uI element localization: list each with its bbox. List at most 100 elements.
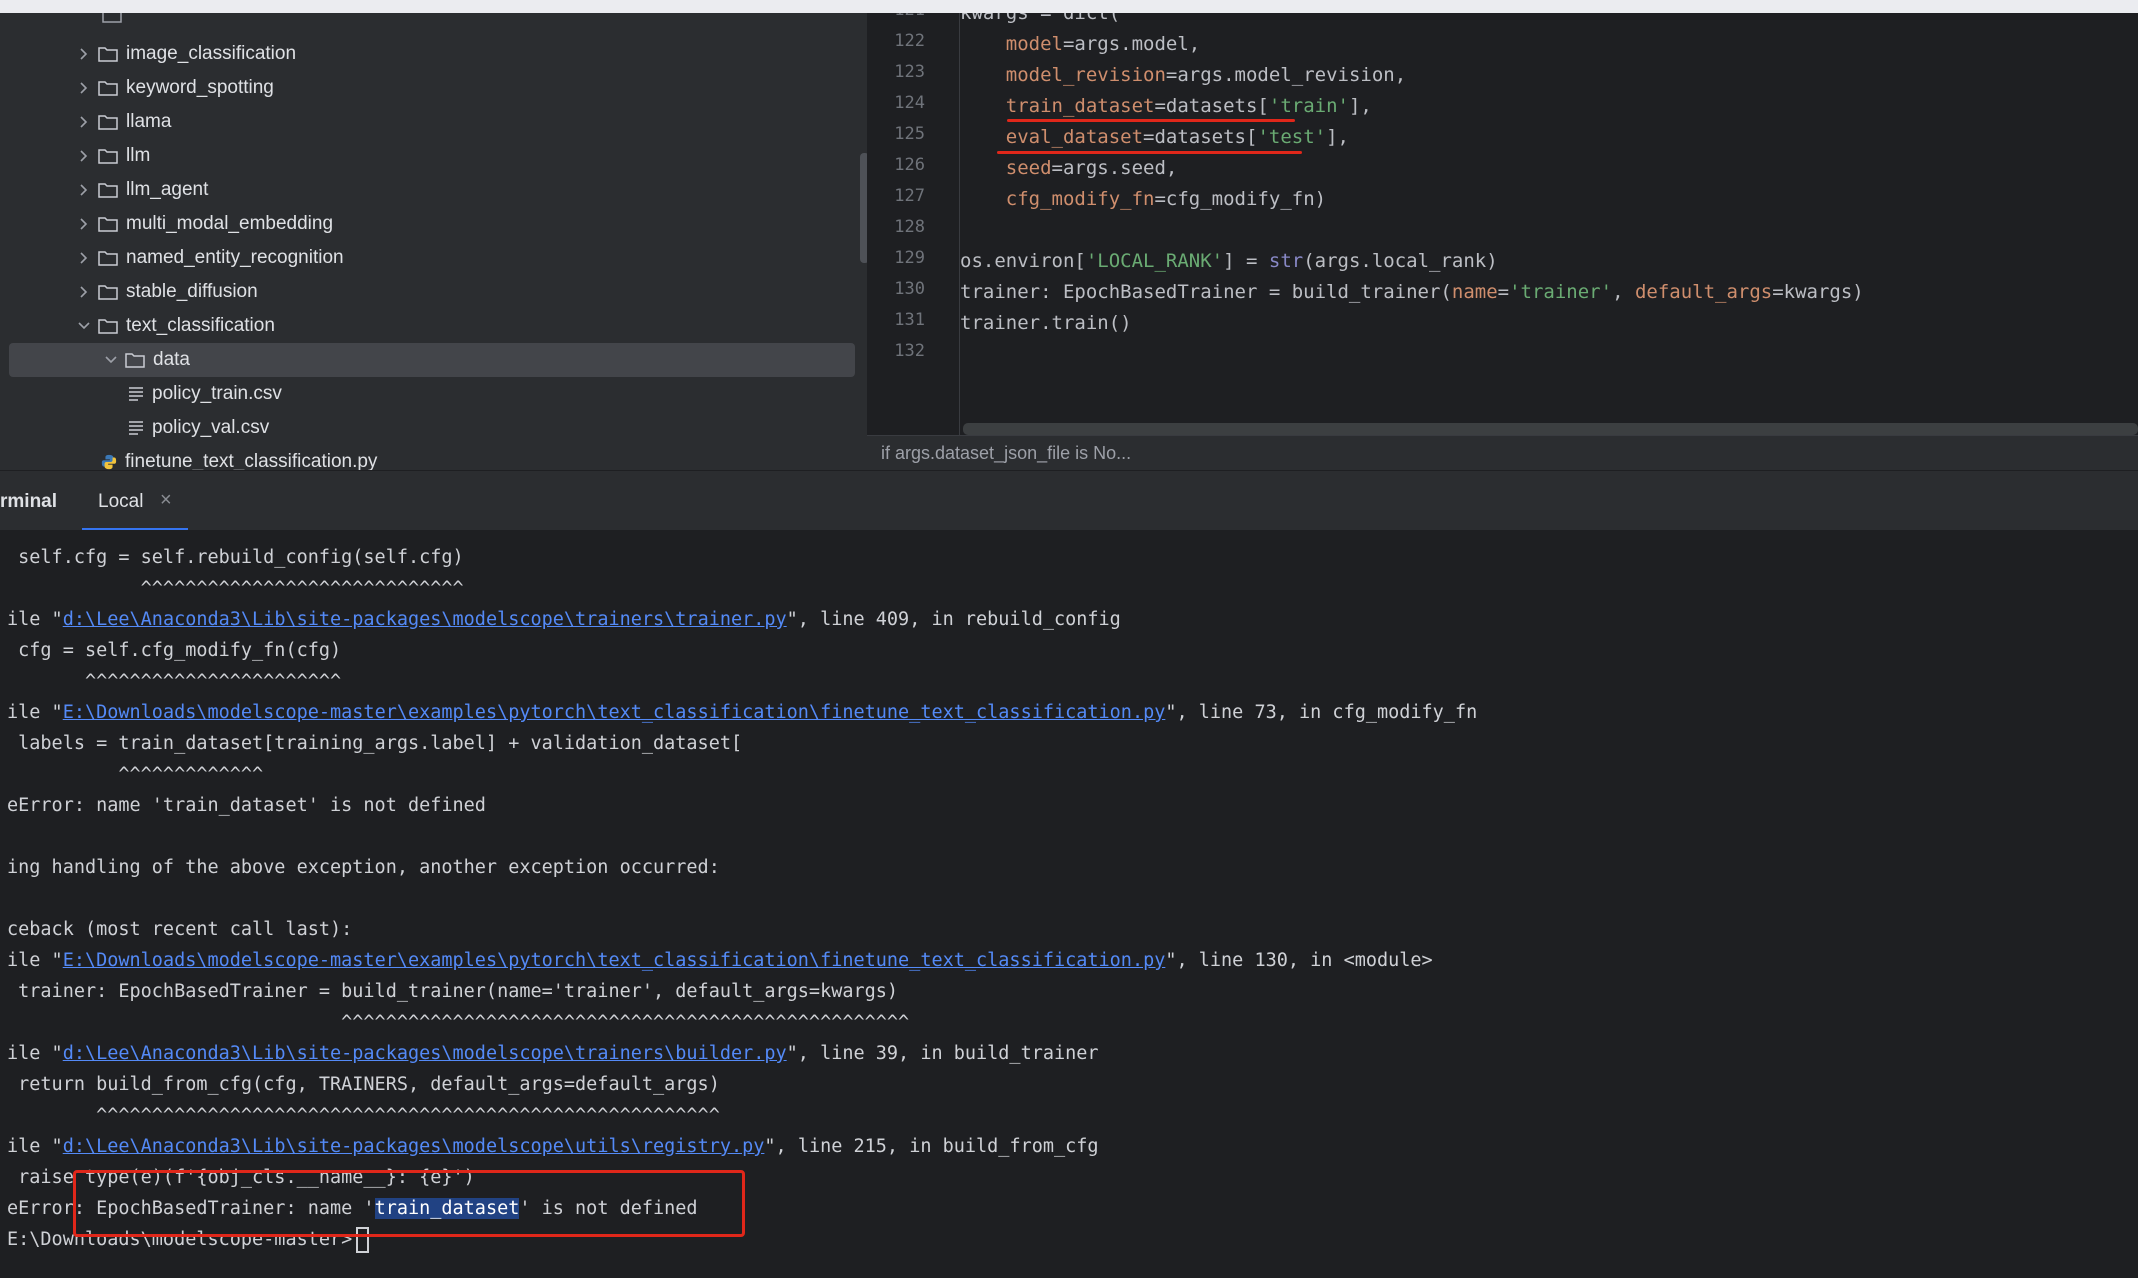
line-number: 128 (894, 217, 925, 237)
line-number: 123 (894, 62, 925, 82)
tree-item-llama[interactable]: llama (7, 105, 859, 139)
window-top-bar (0, 0, 2138, 13)
tree-item-named-entity-recognition[interactable]: named_entity_recognition (7, 241, 859, 275)
text-file-icon (129, 421, 143, 435)
line-number: 122 (894, 31, 925, 51)
tree-scrollbar[interactable] (860, 153, 867, 263)
terminal-line: trainer: EpochBasedTrainer = build_train… (7, 981, 899, 1002)
tree-item-label: multi_modal_embedding (126, 213, 334, 234)
tree-item-label: llm (126, 145, 151, 166)
tree-item-llm[interactable]: llm (7, 139, 859, 173)
terminal-title: rminal (0, 491, 58, 512)
tree-item-policy-train-csv[interactable]: policy_train.csv (7, 377, 859, 411)
annotation-error-highlight-box (73, 1170, 745, 1237)
chevron-right-icon[interactable] (74, 180, 94, 200)
code-line: train_dataset=datasets['train'], (1005, 95, 1372, 117)
folder-icon (98, 251, 118, 266)
tree-item-keyword-spotting[interactable]: keyword_spotting (7, 71, 859, 105)
folder-icon (98, 47, 118, 62)
terminal-line: ing handling of the above exception, ano… (7, 857, 720, 878)
tree-item-policy-val-csv[interactable]: policy_val.csv (7, 411, 859, 445)
annotation-underline-eval (997, 151, 1302, 154)
chevron-right-icon[interactable] (74, 146, 94, 166)
tree-item-stable-diffusion[interactable]: stable_diffusion (7, 275, 859, 309)
chevron-right-icon[interactable] (74, 214, 94, 234)
code-editor[interactable]: 121 122 123 124 125 126 127 128 129 130 131 132 kwa… (867, 13, 2138, 435)
python-file-icon (101, 454, 117, 470)
tree-item-image-classification[interactable]: image_classification (7, 37, 859, 71)
line-number: 132 (894, 341, 925, 361)
file-link[interactable]: E:\Downloads\modelscope-master\examples\… (63, 950, 1166, 971)
code-line: eval_dataset=datasets['test'], (1005, 126, 1349, 148)
project-tree: image_classification keyword_spottingllam… (7, 13, 867, 470)
terminal-header: rminal Local × (0, 470, 2138, 531)
tab-local[interactable]: Local × (82, 471, 188, 531)
folder-icon (98, 149, 118, 164)
code-line: seed=args.seed, (1005, 157, 1178, 179)
code-line: os.environ['LOCAL_RANK'] = str(args.loca… (960, 250, 1498, 272)
terminal-line: ^^^^^^^^^^^^^^^^^^^^^^^^^^^^^^^^^^^^^^^^… (7, 1012, 910, 1033)
file-link[interactable]: d:\Lee\Anaconda3\Lib\site-packages\model… (63, 1043, 787, 1064)
line-number: 127 (894, 186, 925, 206)
terminal-line: ^^^^^^^^^^^^^^^^^^^^^^^ (7, 671, 342, 692)
chevron-right-icon[interactable] (74, 44, 94, 64)
tree-item-label: image_classification (126, 43, 297, 64)
tree-item-finetune-text-classification-py[interactable]: finetune_text_classification.py (7, 445, 859, 470)
tree-item-label: stable_diffusion (126, 281, 258, 302)
code-line: cfg_modify_fn=cfg_modify_fn) (1005, 188, 1327, 210)
editor-breadcrumb[interactable]: if args.dataset_json_file is No... (867, 435, 2138, 470)
code-line: trainer.train() (960, 312, 1132, 334)
tree-item-label: llama (126, 111, 172, 132)
tree-item-label: named_entity_recognition (126, 247, 344, 268)
folder-icon (98, 81, 118, 96)
line-number: 129 (894, 248, 925, 268)
terminal-line: self.cfg = self.rebuild_config(self.cfg) (7, 547, 464, 568)
tree-item-label: finetune_text_classification.py (125, 451, 378, 470)
chevron-down-icon[interactable] (101, 350, 121, 370)
line-number: 130 (894, 279, 925, 299)
tree-item-label: text_classification (126, 315, 275, 336)
folder-icon (125, 353, 145, 368)
tree-item-multi-modal-embedding[interactable]: multi_modal_embedding (7, 207, 859, 241)
line-number-gutter: 121 122 123 124 125 126 127 128 129 130 131 132 (867, 13, 957, 435)
terminal-line: ^^^^^^^^^^^^^^^^^^^^^^^^^^^^^ (7, 578, 464, 599)
editor-horizontal-scrollbar[interactable] (963, 423, 2138, 435)
chevron-right-icon[interactable] (74, 248, 94, 268)
terminal-line: ile "d:\Lee\Anaconda3\Lib\site-packages\… (7, 609, 1121, 630)
tree-item-label: policy_val.csv (152, 417, 270, 438)
folder-icon (102, 13, 122, 23)
terminal-line: eError: name 'train_dataset' is not defi… (7, 795, 486, 816)
terminal-output[interactable]: self.cfg = self.rebuild_config(self.cfg)… (0, 530, 2138, 1278)
code-line: trainer: EpochBasedTrainer = build_train… (960, 281, 1864, 303)
file-link[interactable]: d:\Lee\Anaconda3\Lib\site-packages\model… (63, 609, 787, 630)
tree-item-data[interactable]: data (9, 343, 855, 377)
terminal-line: ile "d:\Lee\Anaconda3\Lib\site-packages\… (7, 1043, 1099, 1064)
tree-item-label: keyword_spotting (126, 77, 274, 98)
line-number: 125 (894, 124, 925, 144)
close-icon[interactable]: × (160, 489, 172, 512)
terminal-line: labels = train_dataset[training_args.lab… (7, 733, 743, 754)
annotation-underline-train (1007, 119, 1295, 122)
tab-local-label: Local (98, 491, 144, 512)
terminal-line: ile "E:\Downloads\modelscope-master\exam… (7, 950, 1433, 971)
line-number: 131 (894, 310, 925, 330)
chevron-right-icon[interactable] (74, 112, 94, 132)
terminal-line: ^^^^^^^^^^^^^^^^^^^^^^^^^^^^^^^^^^^^^^^^… (7, 1105, 720, 1126)
folder-icon (98, 115, 118, 130)
file-link[interactable]: d:\Lee\Anaconda3\Lib\site-packages\model… (63, 1136, 765, 1157)
terminal-line: ^^^^^^^^^^^^^ (7, 764, 264, 785)
folder-icon (98, 319, 118, 334)
line-number: 124 (894, 93, 925, 113)
tree-item-llm-agent[interactable]: llm_agent (7, 173, 859, 207)
file-link[interactable]: E:\Downloads\modelscope-master\examples\… (63, 702, 1166, 723)
terminal-line: ile "d:\Lee\Anaconda3\Lib\site-packages\… (7, 1136, 1099, 1157)
tree-item-label: data (153, 349, 190, 370)
terminal-line: cfg = self.cfg_modify_fn(cfg) (7, 640, 342, 661)
folder-icon (98, 285, 118, 300)
chevron-right-icon[interactable] (74, 78, 94, 98)
tree-item-text-classification[interactable]: text_classification (7, 309, 859, 343)
chevron-down-icon[interactable] (74, 316, 94, 336)
chevron-right-icon[interactable] (74, 282, 94, 302)
terminal-line: ceback (most recent call last): (7, 919, 353, 940)
code-line: kwargs = dict( (960, 13, 1121, 24)
